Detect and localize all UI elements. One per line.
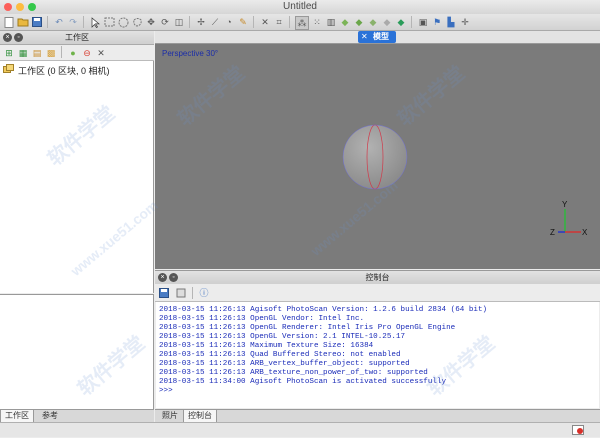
add-folder-icon[interactable]: ▤ — [31, 47, 43, 59]
tab-reference[interactable]: 参考 — [38, 410, 62, 422]
dem-icon[interactable]: ◆ — [395, 16, 407, 28]
chunks-icon — [3, 64, 15, 77]
model-tabbar: ✕ 模型 — [155, 31, 600, 44]
workspace-properties-pane — [0, 294, 154, 409]
title-bar: Untitled — [0, 0, 600, 15]
navigation-cursor-icon[interactable] — [89, 16, 101, 28]
projection-label: Perspective 30° — [162, 49, 219, 58]
save-icon[interactable] — [31, 16, 43, 28]
ruler-angle-icon[interactable]: ⟋ — [209, 16, 221, 28]
tab-model-label: 模型 — [373, 32, 389, 41]
console-line: 2018-03-15 11:26:13 Maximum Texture Size… — [159, 342, 374, 350]
workspace-panel-title: 工作区 — [65, 33, 89, 42]
console-tabbar: 照片 控制台 — [155, 409, 600, 422]
model-viewport[interactable]: Perspective 30° Y X Z — [155, 44, 600, 269]
tab-photos[interactable]: 照片 — [158, 410, 182, 422]
console-line: 2018-03-15 11:26:13 Quad Buffered Stereo… — [159, 351, 401, 359]
tab-model[interactable]: ✕ 模型 — [358, 31, 396, 43]
workspace-panel-header: × ◦ 工作区 — [0, 31, 154, 45]
console-output[interactable]: 2018-03-15 11:26:13 Agisoft PhotoScan Ve… — [156, 302, 599, 408]
axis-y-label: Y — [562, 200, 568, 209]
axis-gizmo: Y X Z — [550, 200, 588, 237]
console-toolbar: ⓘ — [155, 284, 600, 302]
clear-log-icon[interactable] — [175, 287, 187, 299]
move-object-icon[interactable]: ✥ — [145, 16, 157, 28]
delete-selection-icon[interactable]: ✕ — [259, 16, 271, 28]
scale-object-icon[interactable]: ◫ — [173, 16, 185, 28]
rotate-object-icon[interactable]: ⟳ — [159, 16, 171, 28]
crop-icon[interactable]: ⌗ — [273, 16, 285, 28]
free-form-selection-icon[interactable] — [131, 16, 143, 28]
open-folder-icon[interactable] — [17, 16, 29, 28]
axis-z-label: Z — [550, 228, 555, 237]
new-document-icon[interactable] — [3, 16, 15, 28]
window-title: Untitled — [283, 1, 317, 12]
console-prompt[interactable]: >>> — [159, 387, 173, 396]
circle-selection-icon[interactable] — [117, 16, 129, 28]
wireframe-icon[interactable]: ▥ — [325, 16, 337, 28]
rectangle-selection-icon[interactable] — [103, 16, 115, 28]
console-line: 2018-03-15 11:26:13 ARB_texture_non_powe… — [159, 369, 428, 377]
add-photos-icon[interactable]: ▦ — [17, 47, 29, 59]
tab-workspace[interactable]: 工作区 — [0, 410, 34, 422]
console-line: 2018-03-15 11:26:13 OpenGL Vendor: Intel… — [159, 315, 365, 323]
run-script-icon[interactable]: ⓘ — [198, 287, 210, 299]
close-tab-icon[interactable]: ✕ — [361, 31, 368, 43]
save-log-icon[interactable] — [158, 287, 170, 299]
solid-model-icon[interactable]: ◆ — [353, 16, 365, 28]
console-line: 2018-03-15 11:26:13 OpenGL Version: 2.1 … — [159, 333, 406, 341]
console-panel-header: × ◦ 控制台 — [155, 270, 600, 285]
marker-icon[interactable]: ✢ — [195, 16, 207, 28]
workspace-tree[interactable]: 工作区 (0 区块, 0 相机) — [0, 61, 154, 293]
tree-root-label: 工作区 (0 区块, 0 相机) — [18, 66, 110, 76]
show-cameras-icon[interactable]: ▣ — [417, 16, 429, 28]
enable-icon[interactable]: ● — [67, 47, 79, 59]
console-line: 2018-03-15 11:34:00 Agisoft PhotoScan is… — [159, 378, 447, 386]
show-markers-icon[interactable]: ⚑ — [431, 16, 443, 28]
ruler-icon[interactable]: ✎ — [237, 16, 249, 28]
console-line: 2018-03-15 11:26:13 OpenGL Renderer: Int… — [159, 324, 456, 332]
point-cloud-icon[interactable]: ⁂ — [295, 16, 309, 30]
workspace-tabbar: 工作区 参考 — [0, 409, 154, 422]
tiled-model-icon[interactable]: ◆ — [381, 16, 393, 28]
status-bar — [0, 422, 600, 437]
show-region-icon[interactable]: ▙ — [445, 16, 457, 28]
tab-console[interactable]: 控制台 — [183, 410, 217, 422]
trackball-sphere[interactable] — [340, 122, 410, 192]
dense-cloud-icon[interactable]: ⁙ — [311, 16, 323, 28]
add-chunk-icon[interactable]: ⊞ — [3, 47, 15, 59]
main-toolbar: ↶ ↷ ✥ ⟳ ◫ ✢ ⟋ ◔ ✎ ✕ ⌗ ⁂ ⁙ ▥ ◆ ◆ ◆ ◆ ◆ ▣ … — [0, 14, 600, 31]
shape-tool-icon[interactable]: ◔ — [223, 16, 235, 28]
redo-icon[interactable]: ↷ — [67, 16, 79, 28]
textured-model-icon[interactable]: ◆ — [367, 16, 379, 28]
console-line: 2018-03-15 11:26:13 Agisoft PhotoScan Ve… — [159, 306, 488, 314]
undo-icon[interactable]: ↶ — [53, 16, 65, 28]
console-line: 2018-03-15 11:26:13 ARB_vertex_buffer_ob… — [159, 360, 410, 368]
console-panel-title: 控制台 — [365, 273, 390, 282]
reset-view-icon[interactable]: ✛ — [459, 16, 471, 28]
tree-root-item[interactable]: 工作区 (0 区块, 0 相机) — [3, 64, 110, 77]
warning-indicator-icon[interactable] — [572, 425, 584, 438]
add-markers-icon[interactable]: ▩ — [45, 47, 57, 59]
remove-items-icon[interactable]: ✕ — [95, 47, 107, 59]
shaded-model-icon[interactable]: ◆ — [339, 16, 351, 28]
workspace-toolbar: ⊞ ▦ ▤ ▩ ● ⊖ ✕ — [0, 45, 154, 61]
axis-x-label: X — [582, 228, 588, 237]
disable-icon[interactable]: ⊖ — [81, 47, 93, 59]
